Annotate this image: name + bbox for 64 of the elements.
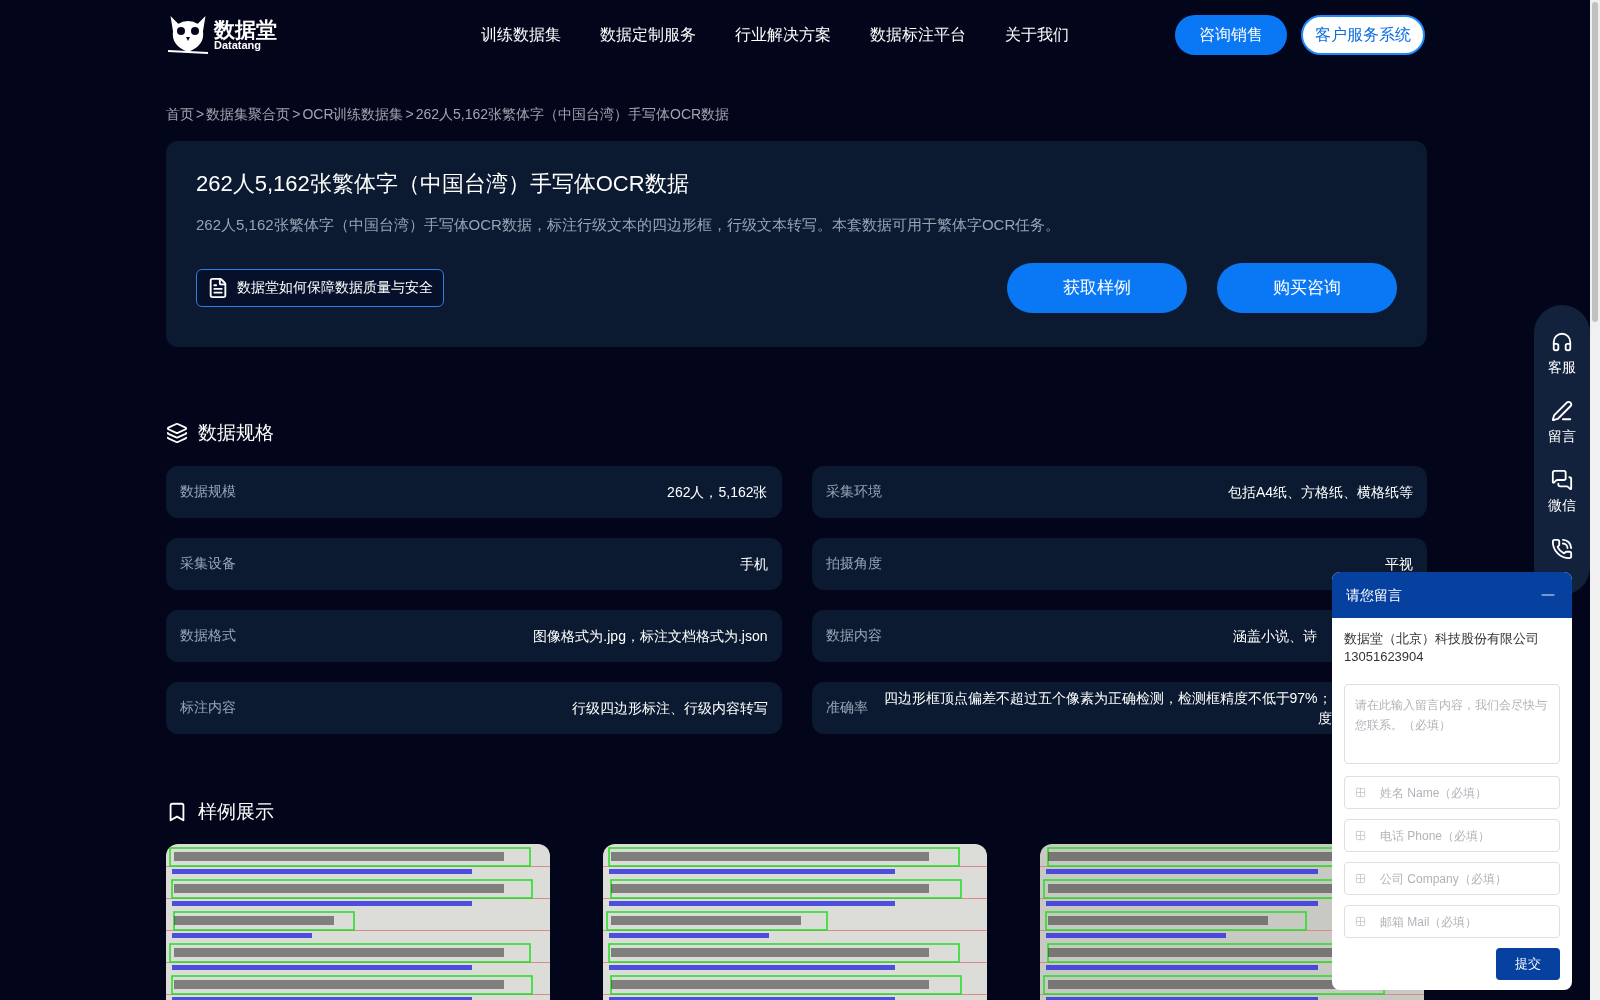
input-field[interactable]: 姓名 Name（必填） xyxy=(1344,776,1560,809)
submit-button[interactable]: 提交 xyxy=(1496,948,1560,980)
grid-icon xyxy=(1355,873,1366,884)
header-button[interactable]: 咨询销售 xyxy=(1175,15,1287,55)
spec-label: 采集环境 xyxy=(825,482,882,501)
input-field[interactable]: 公司 Company（必填） xyxy=(1344,862,1560,895)
chat-bubbles-icon[interactable] xyxy=(1551,469,1573,491)
side-toolbar-label[interactable]: 微信 xyxy=(1548,495,1576,516)
breadcrumb-link[interactable]: 数据集聚合页 xyxy=(206,104,291,125)
spec-value: 涵盖小说、诗 xyxy=(1233,626,1317,646)
breadcrumb-current: 262人5,162张繁体字（中国台湾）手写体OCR数据 xyxy=(415,105,730,124)
company-name: 数据堂（北京）科技股份有限公司 xyxy=(1344,630,1540,648)
header-button[interactable]: 客户服务系统 xyxy=(1301,15,1425,55)
spec-label: 标注内容 xyxy=(180,698,236,717)
spec-value: 包括A4纸、方格纸、横格纸等 xyxy=(1227,482,1413,502)
scrollbar[interactable] xyxy=(1590,0,1600,1000)
input-field[interactable]: 电话 Phone（必填） xyxy=(1344,819,1560,852)
nav-link[interactable]: 行业解决方案 xyxy=(735,23,831,47)
spec-value: 行级四边形标注、行级内容转写 xyxy=(571,698,768,718)
widget-title: 请您留言 xyxy=(1346,585,1402,605)
spec-label: 采集设备 xyxy=(180,554,236,573)
side-toolbar-label[interactable]: 留言 xyxy=(1548,426,1576,447)
document-icon xyxy=(207,276,229,299)
breadcrumb-separator: > xyxy=(196,105,205,124)
message-field[interactable]: 请在此输入留言内容，我们会尽快与您联系。（必填） xyxy=(1344,684,1560,764)
action-button[interactable]: 获取样例 xyxy=(1007,262,1187,313)
pen-icon[interactable] xyxy=(1551,400,1573,422)
nav-link[interactable]: 训练数据集 xyxy=(481,23,561,47)
grid-icon xyxy=(1355,787,1366,798)
section-title: 样例展示 xyxy=(198,799,274,824)
logo-text: 数据堂 xyxy=(214,19,277,40)
breadcrumb-link[interactable]: OCR训练数据集 xyxy=(302,104,404,125)
nav-link[interactable]: 数据定制服务 xyxy=(600,23,696,47)
dataset-title: 262人5,162张繁体字（中国台湾）手写体OCR数据 xyxy=(196,170,690,198)
spec-label: 准确率 xyxy=(825,698,868,717)
spec-value: 度 xyxy=(1317,708,1332,728)
spec-label: 拍摄角度 xyxy=(825,554,882,573)
dataset-description: 262人5,162张繁体字（中国台湾）手写体OCR数据，标注行级文本的四边形框，行级文本转写。本套数据可用于繁体字OCR任务。 xyxy=(196,215,1062,235)
input-field[interactable]: 邮箱 Mail（必填） xyxy=(1344,905,1560,938)
grid-icon xyxy=(1355,916,1366,927)
nav-link[interactable]: 数据标注平台 xyxy=(870,23,966,47)
spec-label: 数据规模 xyxy=(180,482,236,501)
section-title: 数据规格 xyxy=(198,421,274,445)
spec-value: 四边形框顶点偏差不超过五个像素为正确检测，检测框精度不低于97%； xyxy=(883,688,1332,708)
nav-link[interactable]: 关于我们 xyxy=(1005,23,1069,47)
spec-label: 数据内容 xyxy=(825,626,882,645)
breadcrumb-separator: > xyxy=(292,105,301,124)
phone-icon[interactable] xyxy=(1551,538,1573,560)
headset-icon[interactable] xyxy=(1551,331,1573,353)
grid-icon xyxy=(1355,830,1366,841)
spec-value: 平视 xyxy=(1385,554,1413,574)
spec-value: 图像格式为.jpg，标注文档格式为.json xyxy=(533,626,768,646)
breadcrumb-separator: > xyxy=(405,105,414,124)
action-button[interactable]: 购买咨询 xyxy=(1217,262,1397,313)
side-toolbar-label[interactable]: 客服 xyxy=(1548,357,1576,378)
company-phone: 13051623904 xyxy=(1344,648,1425,666)
quality-link-button[interactable]: 数据堂如何保障数据质量与安全 xyxy=(196,268,444,307)
owl-logo-icon xyxy=(166,15,210,55)
spec-label: 数据格式 xyxy=(180,626,236,645)
breadcrumb-link[interactable]: 首页 xyxy=(166,104,194,125)
spec-value: 262人，5,162张 xyxy=(667,482,768,502)
spec-value: 手机 xyxy=(739,554,768,574)
logo-subtext: Datatang xyxy=(214,40,262,51)
layers-icon xyxy=(166,422,188,445)
